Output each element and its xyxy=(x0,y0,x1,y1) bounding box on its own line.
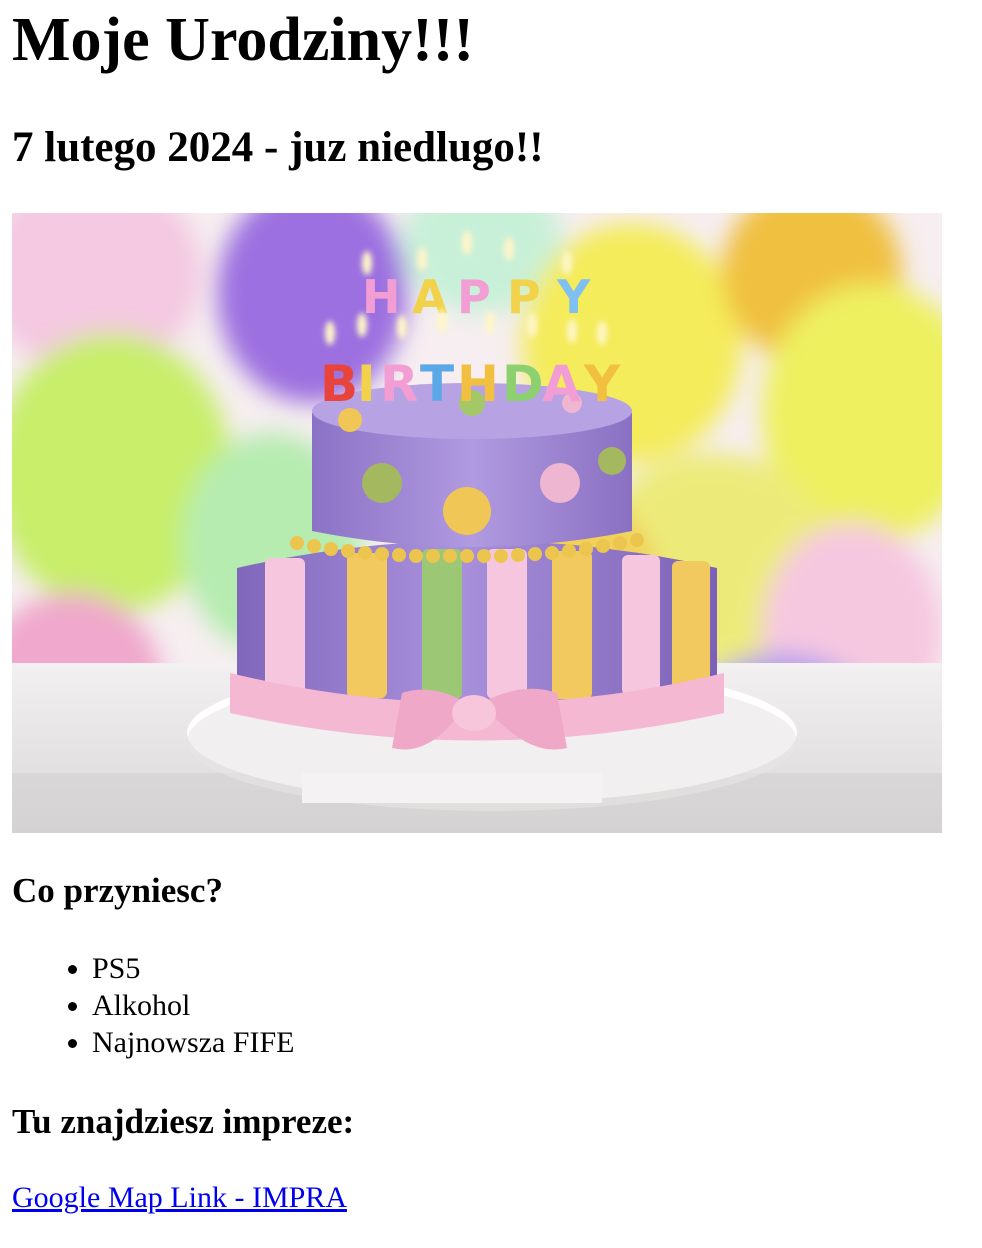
bring-heading: Co przyniesc? xyxy=(12,871,223,910)
svg-text:R: R xyxy=(380,355,419,413)
party-date: 7 lutego 2024 - juz niedlugo!! xyxy=(12,124,544,171)
svg-text:P: P xyxy=(507,270,541,324)
svg-text:T: T xyxy=(420,355,454,413)
google-map-link[interactable]: Google Map Link - IMPRA xyxy=(12,1179,347,1216)
list-item: Alkohol xyxy=(92,987,294,1024)
svg-text:H: H xyxy=(362,270,401,324)
svg-text:Y: Y xyxy=(583,355,621,413)
svg-text:H: H xyxy=(457,355,499,413)
svg-text:I: I xyxy=(357,355,376,413)
svg-text:A: A xyxy=(542,355,581,413)
location-heading: Tu znajdziesz impreze: xyxy=(12,1102,355,1141)
svg-text:D: D xyxy=(502,355,544,413)
page-title: Moje Urodziny!!! xyxy=(12,6,475,74)
list-item: Najnowsza FIFE xyxy=(92,1024,294,1061)
birthday-cake-photo: H A P P Y B I R T H D A Y xyxy=(12,213,942,833)
list-item: PS5 xyxy=(92,950,294,987)
svg-text:P: P xyxy=(457,270,491,324)
bring-list: PS5 Alkohol Najnowsza FIFE xyxy=(12,950,294,1061)
svg-text:Y: Y xyxy=(556,270,591,324)
svg-text:B: B xyxy=(320,355,358,413)
